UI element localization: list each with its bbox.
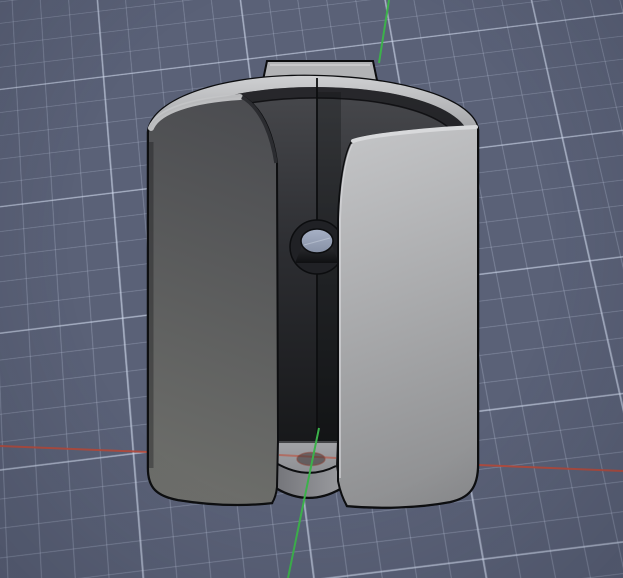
y-axis-line-top xyxy=(378,0,390,64)
x-axis-line-right xyxy=(477,464,623,472)
left-shell-face[interactable] xyxy=(147,94,280,506)
cad-viewport[interactable] xyxy=(0,0,623,578)
right-shell-face[interactable] xyxy=(337,125,479,509)
model-slotted-cylinder[interactable] xyxy=(146,60,480,509)
model-canvas[interactable] xyxy=(0,0,623,578)
x-axis-line-left xyxy=(0,445,149,453)
center-screw-hole[interactable] xyxy=(289,219,345,275)
bottom-notch[interactable] xyxy=(275,441,341,499)
